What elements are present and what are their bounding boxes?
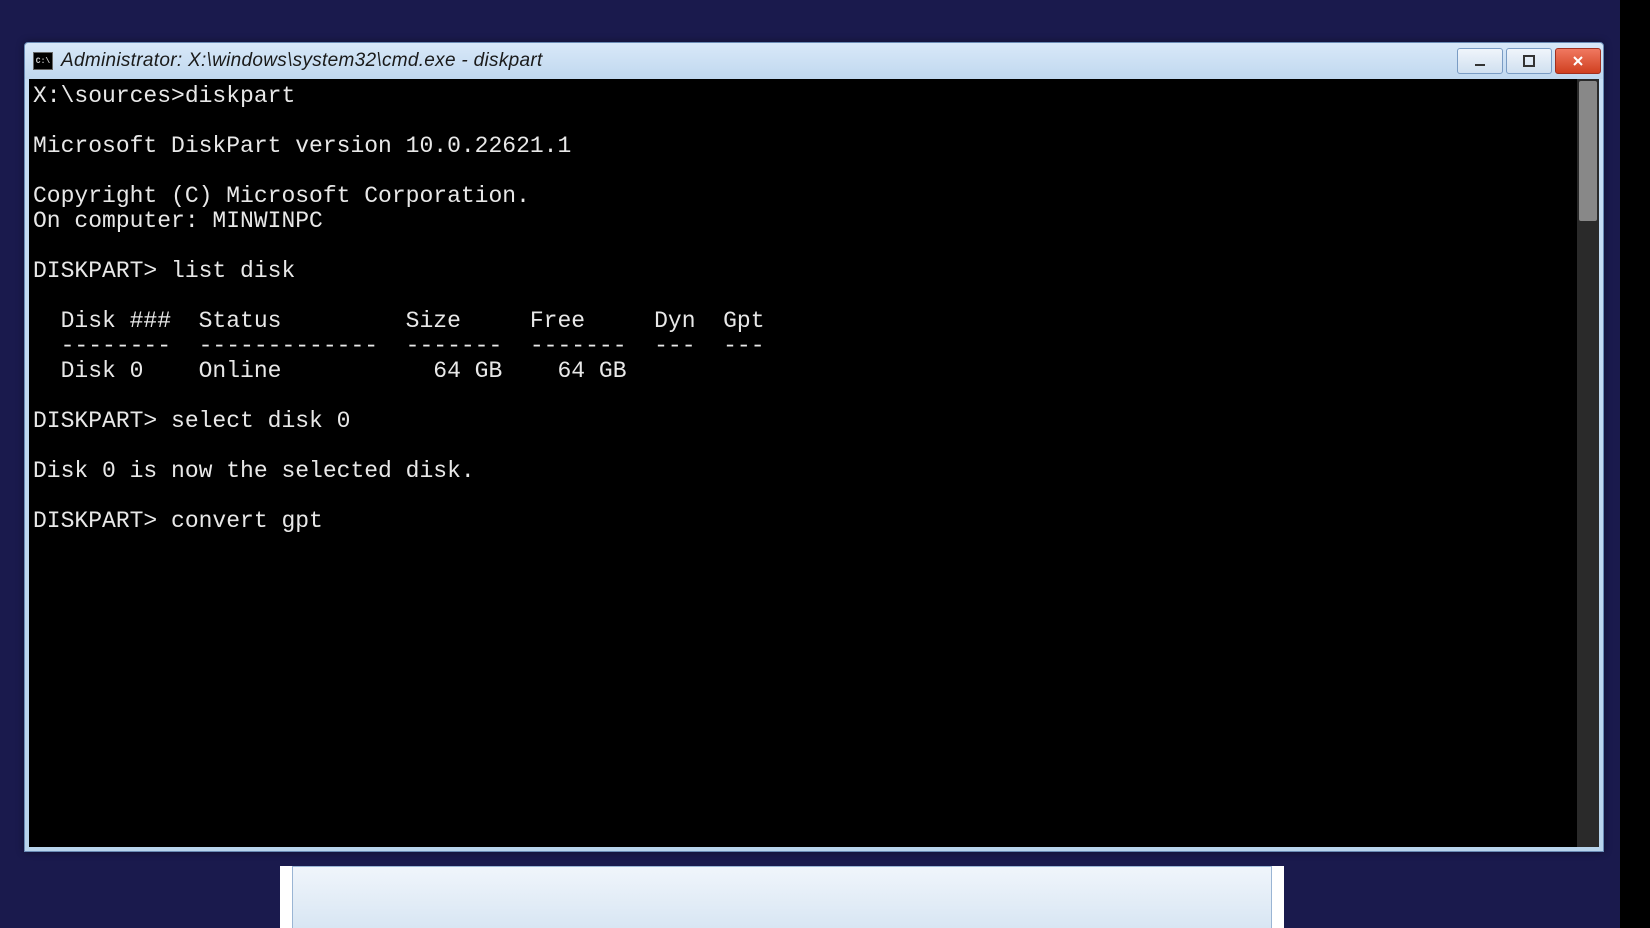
console-line: On computer: MINWINPC xyxy=(33,210,1573,235)
taskbar-edge-right xyxy=(1272,866,1284,928)
console-line: Copyright (C) Microsoft Corporation. xyxy=(33,185,1573,210)
scrollbar-thumb[interactable] xyxy=(1579,81,1597,221)
right-border xyxy=(1620,0,1650,928)
console-line xyxy=(33,110,1573,135)
taskbar-segment[interactable] xyxy=(292,866,1272,928)
maximize-button[interactable] xyxy=(1506,48,1552,74)
close-button[interactable] xyxy=(1555,48,1601,74)
console-area: X:\sources>diskpart Microsoft DiskPart ve… xyxy=(29,79,1599,847)
window-title: Administrator: X:\windows\system32\cmd.e… xyxy=(61,50,1457,72)
console-line xyxy=(33,235,1573,260)
taskbar-edge-left xyxy=(280,866,292,928)
cmd-window: Administrator: X:\windows\system32\cmd.e… xyxy=(24,42,1604,852)
console-line: Disk ### Status Size Free Dyn Gpt xyxy=(33,310,1573,335)
titlebar[interactable]: Administrator: X:\windows\system32\cmd.e… xyxy=(25,43,1603,79)
close-icon xyxy=(1571,54,1585,68)
console-line: Disk 0 Online 64 GB 64 GB xyxy=(33,360,1573,385)
console-line xyxy=(33,435,1573,460)
maximize-icon xyxy=(1522,54,1536,68)
cmd-icon xyxy=(33,52,53,70)
console-line: X:\sources>diskpart xyxy=(33,85,1573,110)
console-line xyxy=(33,385,1573,410)
window-controls xyxy=(1457,48,1601,74)
minimize-button[interactable] xyxy=(1457,48,1503,74)
console-line: DISKPART> convert gpt xyxy=(33,510,1573,535)
console-line: DISKPART> select disk 0 xyxy=(33,410,1573,435)
console-output[interactable]: X:\sources>diskpart Microsoft DiskPart ve… xyxy=(29,79,1577,847)
console-line: Disk 0 is now the selected disk. xyxy=(33,460,1573,485)
console-line xyxy=(33,485,1573,510)
vertical-scrollbar[interactable] xyxy=(1577,79,1599,847)
console-line xyxy=(33,160,1573,185)
minimize-icon xyxy=(1473,54,1487,68)
console-line: -------- ------------- ------- ------- -… xyxy=(33,335,1573,360)
console-line xyxy=(33,285,1573,310)
console-line: DISKPART> list disk xyxy=(33,260,1573,285)
console-line: Microsoft DiskPart version 10.0.22621.1 xyxy=(33,135,1573,160)
